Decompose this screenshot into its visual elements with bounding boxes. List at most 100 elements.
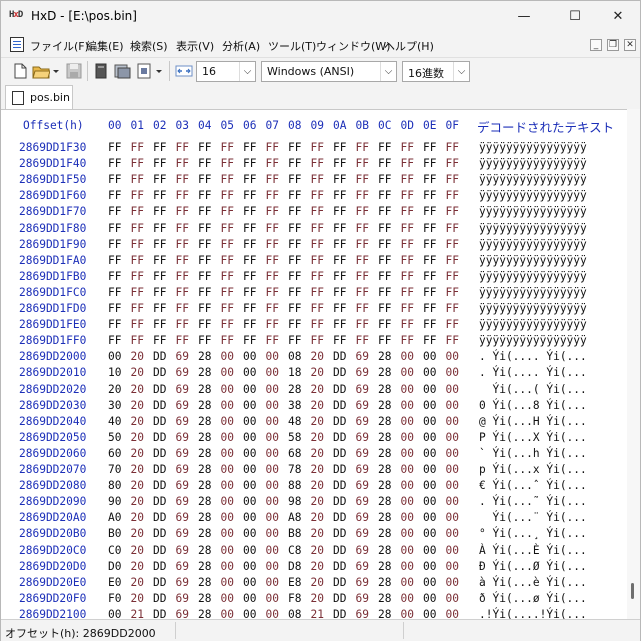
hex-byte[interactable]: 00 (446, 383, 459, 396)
hex-byte[interactable]: 28 (378, 366, 391, 379)
hex-byte[interactable]: 00 (266, 350, 279, 363)
hex-byte[interactable]: 20 (131, 495, 144, 508)
hex-byte[interactable]: FF (423, 222, 436, 235)
hex-byte[interactable]: FF (401, 189, 414, 202)
hex-byte[interactable]: FF (108, 189, 121, 202)
hex-byte[interactable]: DD (153, 527, 166, 540)
hex-byte[interactable]: FF (131, 286, 144, 299)
save-disk-icon[interactable] (65, 62, 83, 80)
hex-byte[interactable]: FF (243, 254, 256, 267)
hex-byte[interactable]: FF (108, 286, 121, 299)
hex-byte[interactable]: DD (333, 495, 346, 508)
hex-editor-view[interactable]: Offset(h) 00 01 02 03 04 05 06 07 08 09 0A 0B 0C 0D 0E… (1, 109, 640, 619)
hex-byte[interactable]: FF (333, 222, 346, 235)
hex-byte[interactable]: 10 (108, 366, 121, 379)
hex-byte[interactable]: 00 (221, 479, 234, 492)
hex-byte[interactable]: FF (266, 334, 279, 347)
bytes-per-row-select[interactable]: 16 ⌵ (196, 61, 256, 82)
decoded-text[interactable]: .!Ýi(....!Ýi(... (479, 608, 587, 619)
hex-byte[interactable]: DD (153, 383, 166, 396)
hex-byte[interactable]: FF (401, 270, 414, 283)
hex-byte[interactable]: 00 (446, 415, 459, 428)
hex-byte[interactable]: 20 (311, 383, 324, 396)
hex-byte[interactable]: FF (311, 254, 324, 267)
hex-byte[interactable]: 69 (356, 415, 369, 428)
hex-byte[interactable]: DD (333, 415, 346, 428)
hex-byte[interactable]: 21 (131, 608, 144, 619)
hex-byte[interactable]: FF (221, 334, 234, 347)
hex-byte[interactable]: 00 (423, 479, 436, 492)
hex-byte[interactable]: 00 (401, 383, 414, 396)
hex-byte[interactable]: 00 (266, 511, 279, 524)
hex-byte[interactable]: FF (221, 173, 234, 186)
hex-byte[interactable]: FF (356, 318, 369, 331)
menu-tools[interactable]: ツール(T) (268, 38, 316, 54)
hex-byte[interactable]: FF (423, 334, 436, 347)
hex-byte[interactable]: 00 (423, 560, 436, 573)
disk-drive-icon[interactable] (92, 62, 110, 80)
hex-byte[interactable]: 28 (378, 447, 391, 460)
hex-byte[interactable]: DD (333, 431, 346, 444)
hex-byte[interactable]: 00 (243, 399, 256, 412)
hex-byte[interactable]: 00 (401, 560, 414, 573)
hex-byte[interactable]: 69 (356, 576, 369, 589)
hex-byte[interactable]: DD (333, 560, 346, 573)
hex-byte[interactable]: 00 (423, 527, 436, 540)
hex-byte[interactable]: 00 (266, 576, 279, 589)
hex-byte[interactable]: FF (221, 222, 234, 235)
hex-byte[interactable]: 28 (288, 383, 301, 396)
hex-byte[interactable]: FF (378, 173, 391, 186)
hex-byte[interactable]: FF (333, 318, 346, 331)
hex-byte[interactable]: FF (401, 222, 414, 235)
hex-byte[interactable]: 20 (311, 399, 324, 412)
hex-byte[interactable]: 00 (243, 447, 256, 460)
hex-byte[interactable]: FF (378, 157, 391, 170)
hex-byte[interactable]: 00 (401, 495, 414, 508)
hex-byte[interactable]: FF (288, 302, 301, 315)
hex-byte[interactable]: 00 (243, 463, 256, 476)
hex-byte[interactable]: FF (153, 173, 166, 186)
hex-byte[interactable]: FF (266, 238, 279, 251)
hex-byte[interactable]: 00 (446, 511, 459, 524)
hex-byte[interactable]: 00 (243, 383, 256, 396)
hex-byte[interactable]: 69 (356, 608, 369, 619)
decoded-text[interactable]: Ýi(...( Ýi(... (479, 383, 586, 396)
hex-byte[interactable]: 00 (423, 592, 436, 605)
hex-byte[interactable]: 00 (446, 608, 459, 619)
hex-byte[interactable]: FF (108, 205, 121, 218)
hex-byte[interactable]: FF (131, 270, 144, 283)
hex-byte[interactable]: FF (378, 254, 391, 267)
hex-byte[interactable]: FF (423, 286, 436, 299)
vertical-scrollbar[interactable] (627, 109, 640, 619)
hex-byte[interactable]: 70 (108, 463, 121, 476)
hex-byte[interactable]: FF (333, 238, 346, 251)
hex-byte[interactable]: 28 (378, 544, 391, 557)
hex-byte[interactable]: FF (176, 270, 189, 283)
hex-byte[interactable]: FF (198, 141, 211, 154)
hex-byte[interactable]: FF (243, 205, 256, 218)
hex-byte[interactable]: 20 (311, 463, 324, 476)
decoded-text[interactable]: p Ýi(...x Ýi(... (479, 463, 587, 476)
hex-byte[interactable]: 69 (176, 383, 189, 396)
hex-byte[interactable]: 20 (131, 544, 144, 557)
hex-byte[interactable]: DD (153, 415, 166, 428)
hex-byte[interactable]: FF (401, 318, 414, 331)
hex-byte[interactable]: 50 (108, 431, 121, 444)
hex-byte[interactable]: F0 (108, 592, 121, 605)
hex-byte[interactable]: 00 (266, 560, 279, 573)
hex-byte[interactable]: 69 (356, 431, 369, 444)
hex-byte[interactable]: 20 (131, 399, 144, 412)
open-dropdown-chevron-icon[interactable] (51, 62, 61, 80)
hex-byte[interactable]: FF (198, 334, 211, 347)
hex-byte[interactable]: 00 (446, 527, 459, 540)
hex-byte[interactable]: DD (153, 608, 166, 619)
decoded-text[interactable]: ` Ýi(...h Ýi(... (479, 447, 587, 460)
open-folder-icon[interactable] (32, 62, 50, 80)
hex-byte[interactable]: 69 (356, 560, 369, 573)
hex-byte[interactable]: 00 (221, 383, 234, 396)
hex-byte[interactable]: 69 (176, 544, 189, 557)
hex-byte[interactable]: DD (333, 463, 346, 476)
hex-byte[interactable]: 69 (176, 479, 189, 492)
hex-byte[interactable]: FF (266, 302, 279, 315)
hex-byte[interactable]: 20 (311, 415, 324, 428)
